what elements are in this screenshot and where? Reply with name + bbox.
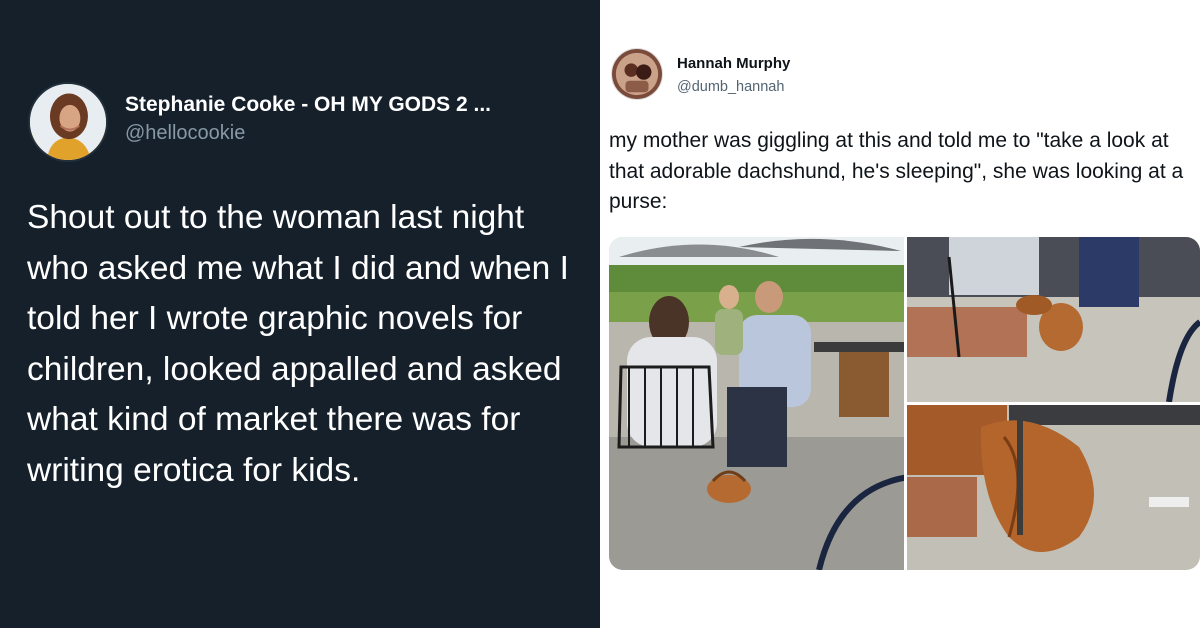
profile-photo-woman-icon (30, 84, 106, 160)
avatar[interactable] (28, 82, 108, 162)
user-handle[interactable]: @hellocookie (125, 122, 245, 145)
patio-scene-photo[interactable] (609, 237, 910, 570)
media-grid-graphic (609, 237, 1200, 570)
left-tweet-card: Stephanie Cooke - OH MY GODS 2 ... @hell… (0, 0, 600, 628)
media-grid[interactable] (609, 237, 1200, 570)
avatar[interactable] (611, 48, 663, 100)
display-name[interactable]: Stephanie Cooke - OH MY GODS 2 ... (125, 93, 491, 117)
divider (600, 0, 605, 628)
purse-closeup-photo-1[interactable] (907, 237, 1200, 403)
profile-photo-icon (612, 49, 662, 99)
user-handle[interactable]: @dumb_hannah (677, 79, 784, 95)
tweet-text: Shout out to the woman last night who as… (27, 199, 569, 489)
purse-closeup-photo-2[interactable] (907, 405, 1200, 570)
tweet-text: my mother was giggling at this and told … (609, 129, 1184, 213)
display-name[interactable]: Hannah Murphy (677, 55, 790, 72)
